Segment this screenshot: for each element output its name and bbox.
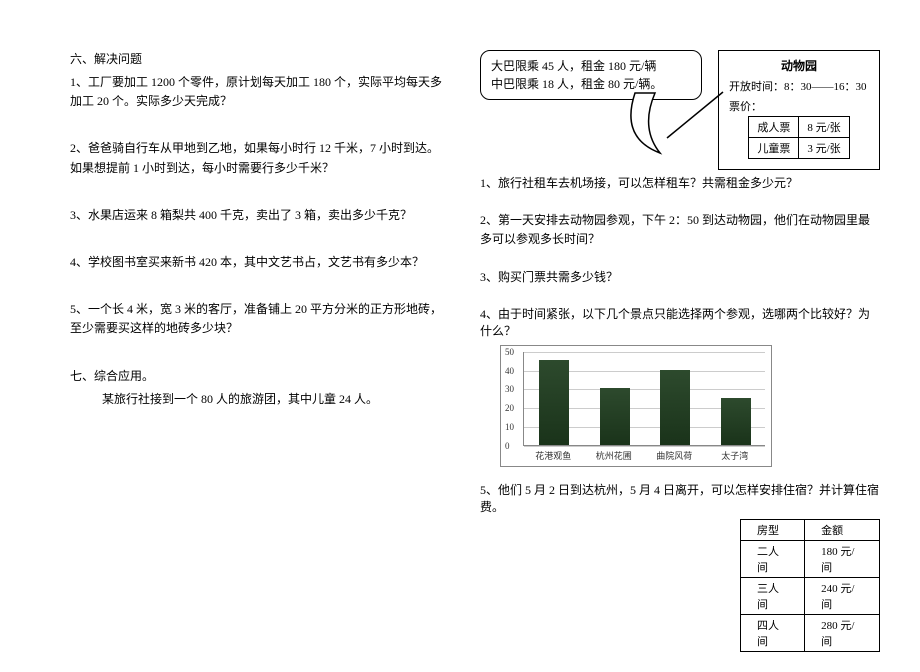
child-ticket-price: 3 元/张 [799, 138, 849, 159]
room-quad-label: 四人间 [741, 614, 805, 651]
chart-xtick: 曲院风荷 [656, 449, 692, 462]
chart-ytick: 50 [505, 347, 514, 357]
table-row: 三人间 240 元/间 [741, 577, 880, 614]
question-1: 1、工厂要加工 1200 个零件，原计划每天加工 180 个，实际平均每天多加工… [70, 73, 450, 111]
chart-ytick: 0 [505, 441, 510, 451]
table-row: 房型 金额 [741, 519, 880, 540]
chart-bar [539, 360, 569, 445]
table-row: 儿童票 3 元/张 [749, 138, 849, 159]
chart-ytick: 10 [505, 422, 514, 432]
pointer-line-icon [665, 90, 725, 144]
table-row: 四人间 280 元/间 [741, 614, 880, 651]
r-question-3: 3、购买门票共需多少钱？ [480, 268, 880, 287]
question-3: 3、水果店运来 8 箱梨共 400 千克，卖出了 3 箱，卖出多少千克？ [70, 206, 450, 225]
room-header-type: 房型 [741, 519, 805, 540]
room-price-table: 房型 金额 二人间 180 元/间 三人间 240 元/间 四人间 280 元/… [740, 519, 880, 652]
section-7-title: 七、综合应用。 [70, 367, 450, 384]
question-4: 4、学校图书室买来新书 420 本，其中文艺书占，文艺书有多少本？ [70, 253, 450, 272]
zoo-price-table: 成人票 8 元/张 儿童票 3 元/张 [748, 116, 849, 159]
r-question-5: 5、他们 5 月 2 日到达杭州，5 月 4 日离开，可以怎样安排住宿？并计算住… [480, 481, 880, 515]
chart-ytick: 30 [505, 384, 514, 394]
chart-bar [600, 388, 630, 444]
section-6-title: 六、解决问题 [70, 50, 450, 67]
chart-bar [721, 398, 751, 445]
room-triple-price: 240 元/间 [805, 577, 880, 614]
room-triple-label: 三人间 [741, 577, 805, 614]
question-2: 2、爸爸骑自行车从甲地到乙地，如果每小时行 12 千米，7 小时到达。如果想提前… [70, 139, 450, 177]
r-question-4: 4、由于时间紧张，以下几个景点只能选择两个参观，选哪两个比较好？为什么？ [480, 305, 880, 339]
room-quad-price: 280 元/间 [805, 614, 880, 651]
room-double-price: 180 元/间 [805, 540, 880, 577]
question-5: 5、一个长 4 米，宽 3 米的客厅，准备铺上 20 平方分米的正方形地砖，至少… [70, 300, 450, 338]
child-ticket-label: 儿童票 [749, 138, 799, 159]
chart-ytick: 20 [505, 403, 514, 413]
adult-ticket-label: 成人票 [749, 117, 799, 138]
chart-ytick: 40 [505, 366, 514, 376]
r-question-1: 1、旅行社租车去机场接，可以怎样租车？共需租金多少元？ [480, 174, 880, 193]
chart-xtick: 花港观鱼 [535, 449, 571, 462]
room-header-price: 金额 [805, 519, 880, 540]
room-double-label: 二人间 [741, 540, 805, 577]
table-row: 二人间 180 元/间 [741, 540, 880, 577]
r-question-2: 2、第一天安排去动物园参观，下午 2：50 到达动物园，他们在动物园里最多可以参… [480, 211, 880, 249]
zoo-price-label: 票价： [729, 98, 869, 114]
chart-xtick: 太子湾 [721, 449, 748, 462]
adult-ticket-price: 8 元/张 [799, 117, 849, 138]
bubble-line-1: 大巴限乘 45 人，租金 180 元/辆 [491, 57, 691, 75]
zoo-title: 动物园 [729, 57, 869, 74]
section-7-body: 某旅行社接到一个 80 人的旅游团，其中儿童 24 人。 [70, 390, 450, 407]
chart-bar [660, 370, 690, 445]
table-row: 成人票 8 元/张 [749, 117, 849, 138]
chart-xtick: 杭州花圃 [596, 449, 632, 462]
attraction-bar-chart: 0 10 20 30 40 50 花港观鱼 杭州花圃 曲院风荷 太子湾 [500, 345, 772, 467]
zoo-info-box: 动物园 开放时间：8：30——16：30 票价： 成人票 8 元/张 儿童票 3… [718, 50, 880, 170]
zoo-open-time: 开放时间：8：30——16：30 [729, 78, 869, 94]
